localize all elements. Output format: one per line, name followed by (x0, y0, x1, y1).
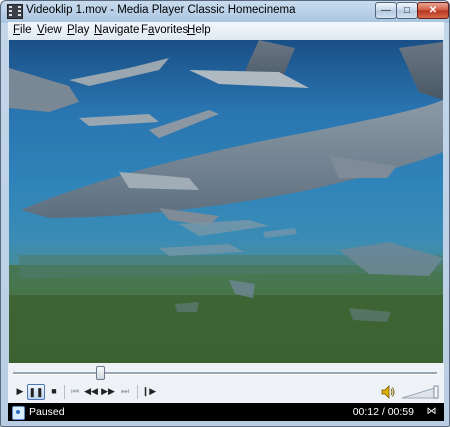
menu-view[interactable]: View (37, 24, 62, 36)
network-icon: ⋈ (426, 406, 437, 417)
stop-button[interactable]: ■ (45, 384, 63, 400)
separator (137, 385, 138, 399)
menu-bar: File View Play Navigate Favorites Help (8, 22, 444, 40)
seek-track[interactable] (13, 372, 437, 375)
control-bar: ▶ ❚❚ ■ ⏮ ◀◀ ▶▶ ⏭ ❙▶ (8, 381, 444, 403)
frame-step-button[interactable]: ❙▶ (140, 384, 158, 400)
seek-bar[interactable] (8, 363, 444, 381)
menu-favorites-label: vorites (154, 24, 189, 36)
status-bar: Paused 00:12 / 00:59 ⋈ (8, 403, 444, 421)
playback-state: Paused (29, 406, 65, 418)
media-player-window: Videoklip 1.mov - Media Player Classic H… (0, 0, 450, 427)
menu-play[interactable]: Play (67, 24, 89, 36)
window-title: Videoklip 1.mov - Media Player Classic H… (26, 4, 296, 16)
pause-button[interactable]: ❚❚ (27, 384, 45, 400)
menu-file-mnemonic: F (13, 24, 21, 36)
menu-file[interactable]: File (13, 24, 32, 36)
menu-help[interactable]: Help (187, 24, 211, 36)
video-display[interactable] (9, 40, 443, 363)
menu-view-label: iew (44, 24, 62, 36)
menu-navigate-label: avigate (102, 24, 140, 36)
title-bar[interactable]: Videoklip 1.mov - Media Player Classic H… (1, 1, 449, 22)
menu-help-label: elp (195, 24, 211, 36)
rewind-button[interactable]: ◀◀ (82, 384, 100, 400)
maximize-button[interactable]: □ (396, 2, 418, 19)
menu-favorites-prefix: F (141, 24, 149, 36)
volume-slider[interactable] (401, 385, 439, 399)
fast-forward-button[interactable]: ▶▶ (99, 384, 117, 400)
separator (64, 385, 65, 399)
status-info-icon (12, 406, 25, 420)
volume-thumb[interactable] (433, 385, 439, 399)
film-icon (7, 4, 23, 19)
menu-favorites[interactable]: Favorites (141, 24, 188, 36)
minimize-button[interactable]: — (375, 2, 397, 19)
menu-play-label: lay (74, 24, 90, 36)
video-frame-sharks (9, 40, 443, 363)
next-button[interactable]: ⏭ (116, 384, 134, 400)
seek-thumb[interactable] (96, 366, 105, 380)
menu-navigate[interactable]: Navigate (94, 24, 139, 36)
time-display: 00:12 / 00:59 (352, 406, 414, 418)
menu-file-label: ile (20, 24, 32, 36)
menu-play-mnemonic: P (67, 24, 75, 36)
speaker-icon[interactable] (380, 384, 396, 400)
close-button[interactable]: ✕ (417, 2, 449, 19)
